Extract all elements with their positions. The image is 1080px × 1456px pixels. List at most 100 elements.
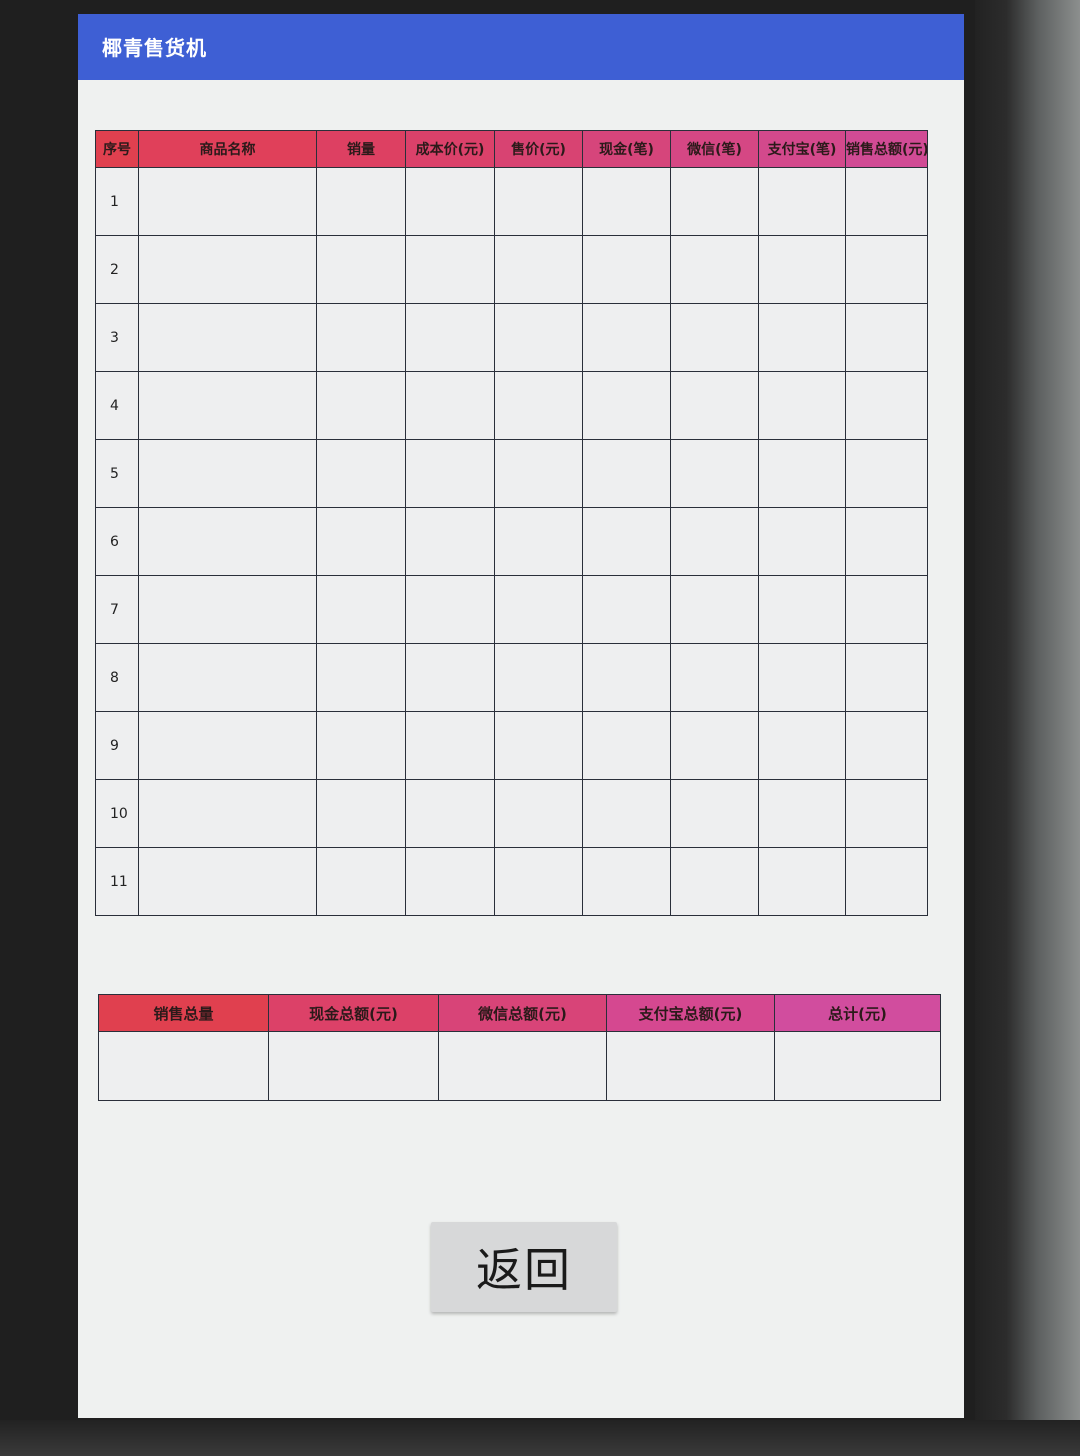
row-number-cell: 2 [95, 235, 139, 304]
table-cell [758, 235, 846, 304]
sales-header-cell: 售价(元) [494, 130, 583, 168]
table-cell [316, 439, 406, 508]
table-cell [758, 371, 846, 440]
table-cell [758, 779, 846, 848]
row-number-cell: 11 [95, 847, 139, 916]
table-cell [316, 779, 406, 848]
table-cell [494, 371, 583, 440]
table-cell [758, 439, 846, 508]
table-cell [845, 711, 928, 780]
table-row: 10 [95, 779, 928, 848]
table-cell [405, 711, 495, 780]
table-cell [494, 303, 583, 372]
table-cell [316, 507, 406, 576]
row-number-cell: 9 [95, 711, 139, 780]
table-cell [582, 507, 671, 576]
table-cell [582, 847, 671, 916]
table-row: 2 [95, 235, 928, 304]
sales-header-cell: 微信(笔) [670, 130, 759, 168]
table-cell [845, 643, 928, 712]
table-cell [582, 235, 671, 304]
table-cell [138, 371, 317, 440]
table-cell [494, 439, 583, 508]
summary-header-cell: 现金总额(元) [268, 994, 439, 1032]
table-cell [582, 439, 671, 508]
table-cell [845, 575, 928, 644]
back-button[interactable]: 返回 [431, 1222, 617, 1312]
table-cell [405, 167, 495, 236]
table-cell [758, 643, 846, 712]
table-cell [405, 235, 495, 304]
summary-row [98, 1031, 941, 1101]
table-cell [494, 507, 583, 576]
summary-header-cell: 微信总额(元) [438, 994, 607, 1032]
table-cell [138, 779, 317, 848]
table-cell [316, 167, 406, 236]
summary-table: 销售总量 现金总额(元) 微信总额(元) 支付宝总额(元) 总计(元) [98, 994, 941, 1101]
table-cell [494, 167, 583, 236]
table-cell [670, 439, 759, 508]
table-cell [845, 371, 928, 440]
table-cell [845, 235, 928, 304]
device-bezel-right [975, 0, 1080, 1456]
table-cell [316, 371, 406, 440]
table-cell [494, 847, 583, 916]
table-cell [758, 847, 846, 916]
table-cell [670, 507, 759, 576]
table-row: 4 [95, 371, 928, 440]
device-bezel-bottom [0, 1420, 1080, 1456]
table-cell [845, 779, 928, 848]
table-cell [670, 303, 759, 372]
table-cell [582, 711, 671, 780]
sales-header-cell: 成本价(元) [405, 130, 495, 168]
table-cell [316, 643, 406, 712]
table-cell [670, 847, 759, 916]
table-cell [582, 779, 671, 848]
row-number-cell: 4 [95, 371, 139, 440]
table-cell [758, 575, 846, 644]
table-cell [138, 235, 317, 304]
table-cell [582, 303, 671, 372]
table-row: 11 [95, 847, 928, 916]
table-cell [494, 643, 583, 712]
table-row: 9 [95, 711, 928, 780]
table-cell [582, 371, 671, 440]
table-cell [758, 303, 846, 372]
table-cell [670, 371, 759, 440]
table-row: 5 [95, 439, 928, 508]
table-cell [494, 779, 583, 848]
sales-header-cell: 支付宝(笔) [758, 130, 846, 168]
table-cell [405, 371, 495, 440]
sales-header-cell: 销量 [316, 130, 406, 168]
table-row: 8 [95, 643, 928, 712]
table-cell [316, 847, 406, 916]
sales-table-header: 序号 商品名称 销量 成本价(元) 售价(元) 现金(笔) 微信(笔) 支付宝(笔) 销售总额(… [95, 130, 928, 168]
summary-table-header: 销售总量 现金总额(元) 微信总额(元) 支付宝总额(元) 总计(元) [98, 994, 941, 1032]
summary-value-cell [774, 1031, 941, 1101]
table-cell [405, 507, 495, 576]
table-cell [138, 303, 317, 372]
summary-header-cell: 总计(元) [774, 994, 941, 1032]
row-number-cell: 10 [95, 779, 139, 848]
table-cell [758, 507, 846, 576]
table-cell [758, 167, 846, 236]
table-cell [316, 711, 406, 780]
table-cell [405, 303, 495, 372]
app-title: 椰青售货机 [102, 36, 207, 60]
table-cell [845, 847, 928, 916]
table-cell [670, 167, 759, 236]
table-cell [845, 167, 928, 236]
row-number-cell: 5 [95, 439, 139, 508]
table-cell [405, 575, 495, 644]
table-cell [582, 575, 671, 644]
table-row: 6 [95, 507, 928, 576]
table-cell [405, 779, 495, 848]
table-cell [670, 575, 759, 644]
table-cell [405, 643, 495, 712]
table-cell [670, 643, 759, 712]
table-cell [138, 575, 317, 644]
table-cell [138, 439, 317, 508]
row-number-cell: 6 [95, 507, 139, 576]
table-cell [845, 303, 928, 372]
table-cell [845, 507, 928, 576]
